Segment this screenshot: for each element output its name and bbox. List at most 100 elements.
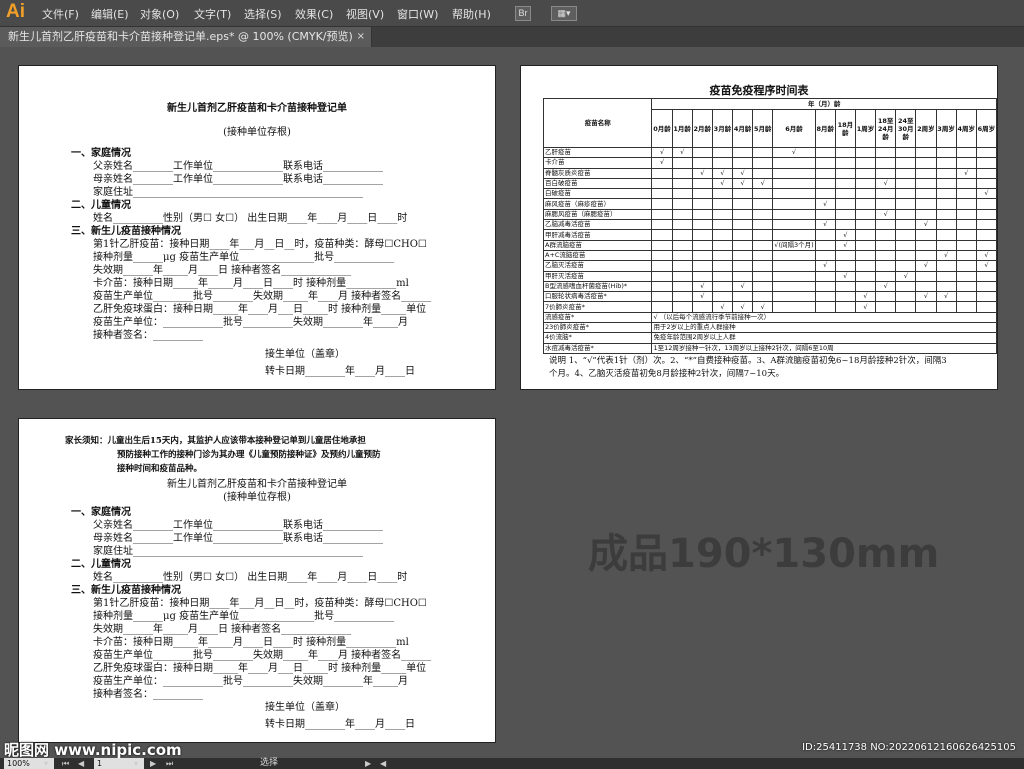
dose-mark bbox=[691, 249, 713, 262]
vaccine-name: 乙脑减毒活疫苗 bbox=[542, 219, 653, 231]
menu-view[interactable]: 视图(V) bbox=[346, 6, 384, 22]
dose-mark bbox=[732, 249, 754, 262]
menu-edit[interactable]: 编辑(E) bbox=[91, 6, 129, 22]
page-dropdown-icon[interactable]: ▾ bbox=[134, 758, 138, 769]
dose-mark bbox=[834, 219, 856, 231]
dose-mark bbox=[935, 270, 957, 282]
dose-mark bbox=[875, 249, 897, 262]
dose-mark bbox=[732, 146, 754, 159]
dose-mark bbox=[691, 146, 713, 159]
vaccine-name: 白破疫苗 bbox=[542, 188, 653, 200]
dose-mark: √ bbox=[975, 249, 998, 262]
next-page-icon[interactable]: ▶ bbox=[150, 758, 156, 769]
status-menu-icon[interactable]: ▶ bbox=[365, 758, 371, 769]
menu-select[interactable]: 选择(S) bbox=[244, 6, 282, 22]
form-subtitle: (接种单位存根) bbox=[223, 127, 291, 138]
dose-mark bbox=[975, 239, 998, 251]
dose-mark bbox=[875, 260, 897, 272]
dose-mark bbox=[975, 208, 998, 221]
dose-mark bbox=[895, 260, 917, 272]
vaccine-row: 乙脑减毒活疫苗 √ √ bbox=[542, 219, 998, 231]
vaccine-row: 7价肺炎疫苗* √ √ √ √ bbox=[542, 301, 998, 313]
dose-mark bbox=[651, 239, 673, 251]
dose-mark bbox=[955, 260, 977, 272]
dose-mark bbox=[834, 249, 856, 262]
artboard-canvas[interactable]: 新生儿首剂乙肝疫苗和卡介苗接种登记单 (接种单位存根) 一、家庭情况 父亲姓名_… bbox=[0, 47, 1024, 758]
dose-mark bbox=[935, 167, 957, 179]
dose-mark bbox=[915, 229, 937, 241]
dose-mark bbox=[854, 280, 877, 293]
age-column-header: 4月龄 bbox=[732, 109, 754, 148]
dose-mark bbox=[975, 219, 998, 231]
dose-mark bbox=[651, 249, 673, 262]
vaccine-row: 甲肝减毒活疫苗 √ bbox=[542, 229, 998, 241]
dose-mark bbox=[915, 177, 937, 190]
dose-mark bbox=[772, 260, 816, 272]
dose-mark bbox=[772, 188, 816, 200]
dose-mark bbox=[834, 280, 856, 293]
vaccine-name: A群流脑疫苗 bbox=[542, 239, 653, 251]
dose-mark bbox=[711, 229, 734, 241]
dose-mark bbox=[875, 167, 897, 179]
dose-mark bbox=[691, 198, 713, 210]
document-tab[interactable]: 新生儿首剂乙肝疫苗和卡介苗接种登记单.eps* @ 100% (CMYK/预览)… bbox=[0, 27, 372, 47]
menu-object[interactable]: 对象(O) bbox=[140, 6, 179, 22]
form-unit-stamp: 接生单位（盖章） bbox=[265, 702, 345, 713]
dose-mark bbox=[895, 188, 917, 200]
zoom-dropdown-icon[interactable]: ▾ bbox=[44, 758, 48, 769]
menu-window[interactable]: 窗口(W) bbox=[397, 6, 438, 22]
dose-mark bbox=[854, 146, 877, 159]
dose-mark bbox=[895, 208, 917, 221]
dose-mark bbox=[711, 208, 734, 221]
dose-mark bbox=[834, 291, 856, 303]
vaccine-name: 流感疫苗* bbox=[542, 311, 653, 324]
dose-mark bbox=[671, 270, 693, 282]
vaccine-row: 4价流脑* 免疫年龄范围2周岁以上人群 bbox=[542, 332, 997, 344]
dose-mark bbox=[651, 260, 673, 272]
dose-mark bbox=[955, 177, 977, 190]
vaccine-row: 流感疫苗* √ （以后每个流感流行季节前接种一次） bbox=[542, 311, 997, 324]
menu-type[interactable]: 文字(T) bbox=[194, 6, 231, 22]
dose-mark bbox=[691, 239, 713, 251]
menu-help[interactable]: 帮助(H) bbox=[452, 6, 491, 22]
dose-mark: √ bbox=[975, 188, 998, 200]
registration-form-with-notice-artboard[interactable]: 家长须知：儿童出生后15天内，其监护人应该带本接种登记单到儿童居住地承担 预防接… bbox=[18, 418, 496, 743]
registration-form-artboard[interactable]: 新生儿首剂乙肝疫苗和卡介苗接种登记单 (接种单位存根) 一、家庭情况 父亲姓名_… bbox=[18, 65, 496, 390]
menu-file[interactable]: 文件(F) bbox=[42, 6, 79, 22]
close-tab-icon[interactable]: × bbox=[357, 27, 365, 47]
dose-mark bbox=[834, 177, 856, 190]
last-page-icon[interactable]: ⏭ bbox=[166, 758, 173, 769]
dose-mark bbox=[875, 270, 897, 282]
dose-mark bbox=[671, 239, 693, 251]
dose-mark bbox=[752, 208, 774, 221]
first-page-icon[interactable]: ⏮ bbox=[62, 758, 69, 769]
menu-effect[interactable]: 效果(C) bbox=[295, 6, 333, 22]
dose-mark bbox=[854, 229, 877, 241]
vaccine-name: 23价肺炎疫苗* bbox=[542, 322, 653, 334]
dose-mark bbox=[834, 157, 856, 169]
vaccine-name: 7价肺炎疫苗* bbox=[542, 301, 653, 313]
dose-mark bbox=[895, 157, 917, 169]
dose-mark bbox=[955, 249, 977, 262]
dose-mark bbox=[772, 198, 816, 210]
dose-mark bbox=[671, 229, 693, 241]
scroll-left-icon[interactable]: ◀ bbox=[380, 758, 386, 769]
notice-line: 接种时间和疫苗品种。 bbox=[117, 464, 203, 474]
dose-mark bbox=[814, 188, 836, 200]
dose-mark bbox=[915, 280, 937, 293]
dose-mark bbox=[732, 239, 754, 251]
dose-mark bbox=[935, 301, 957, 313]
dose-mark: √ bbox=[935, 291, 957, 303]
age-column-header: 18至24月龄 bbox=[875, 109, 897, 148]
dose-mark bbox=[854, 177, 877, 190]
dose-mark bbox=[875, 188, 897, 200]
dose-mark bbox=[814, 229, 836, 241]
vaccine-name: 百白破疫苗 bbox=[542, 177, 653, 190]
vaccine-row: 卡介苗 √ bbox=[542, 157, 998, 169]
age-column-header: 1月龄 bbox=[671, 109, 693, 148]
dose-mark bbox=[671, 208, 693, 221]
bridge-button[interactable]: Br bbox=[515, 6, 531, 21]
prev-page-icon[interactable]: ◀ bbox=[78, 758, 84, 769]
arrange-documents-icon[interactable]: ▦▾ bbox=[551, 6, 577, 21]
vaccine-schedule-artboard[interactable]: 疫苗免疫程序时间表 疫苗名称 年（月）龄 0月龄 1月龄 2月龄 3月龄 4月龄 5月龄 6… bbox=[520, 65, 998, 390]
